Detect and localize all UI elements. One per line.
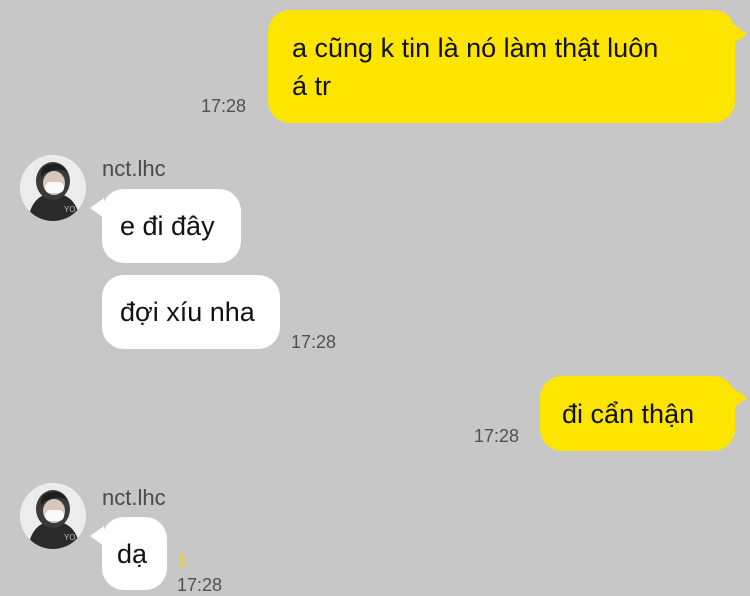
message-timestamp: 17:28 — [201, 96, 247, 116]
profile-photo-icon: YO — [20, 155, 86, 221]
outgoing-message-bubble[interactable]: a cũng k tin là nó làm thật luôn á tr — [268, 10, 735, 123]
bubble-tail — [733, 388, 747, 408]
outgoing-message-bubble[interactable]: đi cẩn thận — [540, 376, 735, 451]
bubble-tail — [733, 24, 747, 44]
message-text: đợi xíu nha — [120, 297, 255, 327]
message-timestamp: 17:28 — [177, 575, 223, 595]
sender-name: nct.lhc — [102, 485, 166, 510]
svg-text:YO: YO — [64, 205, 76, 214]
avatar[interactable]: YO — [20, 483, 86, 549]
profile-photo-icon: YO — [20, 483, 86, 549]
bubble-tail — [90, 526, 104, 546]
avatar[interactable]: YO — [20, 155, 86, 221]
message-text: e đi đây — [120, 211, 215, 241]
svg-text:YO: YO — [64, 533, 76, 542]
incoming-message-bubble[interactable]: đợi xíu nha — [102, 275, 280, 349]
incoming-message-bubble[interactable]: dạ — [102, 517, 167, 590]
message-text-line: a cũng k tin là nó làm thật luôn — [292, 33, 659, 63]
message-text: dạ — [117, 539, 148, 569]
incoming-message-bubble[interactable]: e đi đây — [102, 189, 241, 263]
unread-count: 1 — [177, 551, 187, 570]
message-text: đi cẩn thận — [562, 399, 695, 429]
message-timestamp: 17:28 — [474, 426, 520, 446]
message-text-line: á tr — [292, 71, 332, 101]
bubble-tail — [90, 198, 104, 218]
sender-name: nct.lhc — [102, 156, 166, 181]
chat-message-list[interactable]: a cũng k tin là nó làm thật luôn á tr 17… — [0, 0, 750, 595]
message-timestamp: 17:28 — [291, 332, 337, 352]
